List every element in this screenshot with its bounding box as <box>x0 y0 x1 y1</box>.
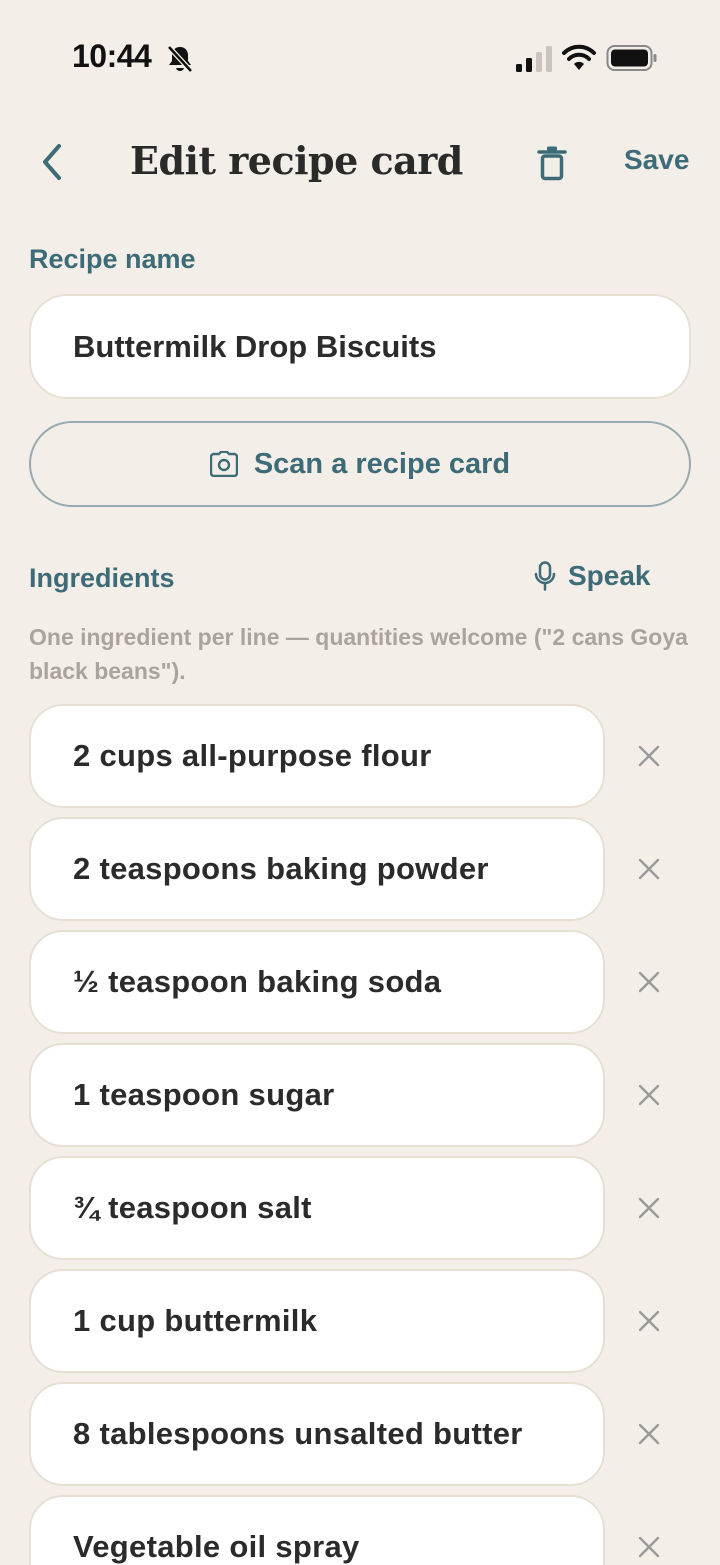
ingredient-row: 8 tablespoons unsalted butter <box>29 1382 691 1486</box>
wifi-icon <box>562 44 596 70</box>
remove-ingredient-button[interactable] <box>629 1073 669 1117</box>
delete-button[interactable] <box>530 140 574 186</box>
close-icon <box>638 745 660 767</box>
camera-icon <box>209 451 238 477</box>
status-bar: 10:44 <box>0 0 720 118</box>
chevron-left-icon <box>43 144 61 180</box>
close-icon <box>638 971 660 993</box>
speak-button[interactable]: Speak <box>534 560 651 592</box>
ingredient-row: 1 teaspoon sugar <box>29 1043 691 1147</box>
close-icon <box>638 1084 660 1106</box>
close-icon <box>638 1197 660 1219</box>
ingredients-hint: One ingredient per line — quantities wel… <box>29 624 688 684</box>
microphone-icon <box>534 561 556 591</box>
ingredient-input[interactable]: ¾ teaspoon salt <box>29 1156 605 1260</box>
ingredient-row: ¾ teaspoon salt <box>29 1156 691 1260</box>
close-icon <box>638 1536 660 1558</box>
remove-ingredient-button[interactable] <box>629 1186 669 1230</box>
ingredient-row: 1 cup buttermilk <box>29 1269 691 1373</box>
ingredient-row: ½ teaspoon baking soda <box>29 930 691 1034</box>
ingredient-row: 2 cups all-purpose flour <box>29 704 691 808</box>
remove-ingredient-button[interactable] <box>629 1299 669 1343</box>
ingredient-input[interactable]: Vegetable oil spray <box>29 1495 605 1565</box>
speak-label: Speak <box>568 560 651 591</box>
remove-ingredient-button[interactable] <box>629 847 669 891</box>
remove-ingredient-button[interactable] <box>629 1525 669 1565</box>
back-button[interactable] <box>30 138 74 186</box>
ingredient-input[interactable]: 8 tablespoons unsalted butter <box>29 1382 605 1486</box>
remove-ingredient-button[interactable] <box>629 734 669 778</box>
ingredient-row: Vegetable oil spray <box>29 1495 691 1565</box>
ingredients-label: Ingredients <box>29 563 175 593</box>
scan-button-label: Scan a recipe card <box>253 447 511 480</box>
top-bar: Edit recipe card Save <box>0 118 720 208</box>
close-icon <box>638 1423 660 1445</box>
ingredient-row: 2 teaspoons baking powder <box>29 817 691 921</box>
close-icon <box>638 858 660 880</box>
ingredient-input[interactable]: 2 teaspoons baking powder <box>29 817 605 921</box>
save-button[interactable]: Save <box>624 144 689 176</box>
close-icon <box>638 1310 660 1332</box>
status-time: 10:44 <box>72 38 152 74</box>
ingredient-input[interactable]: 1 cup buttermilk <box>29 1269 605 1373</box>
bell-muted-icon <box>167 45 193 73</box>
remove-ingredient-button[interactable] <box>629 960 669 1004</box>
recipe-name-input[interactable]: Buttermilk Drop Biscuits <box>29 294 691 399</box>
ingredient-input[interactable]: ½ teaspoon baking soda <box>29 930 605 1034</box>
remove-ingredient-button[interactable] <box>629 1412 669 1456</box>
scan-recipe-card-button[interactable]: Scan a recipe card <box>29 421 691 507</box>
edit-recipe-screen: 10:44 Edit recipe card Save Recipe name … <box>0 0 720 1565</box>
page-title: Edit recipe card <box>130 138 463 183</box>
trash-icon <box>537 146 567 181</box>
recipe-name-label: Recipe name <box>29 244 196 274</box>
cellular-signal-icon <box>516 46 552 72</box>
ingredient-input[interactable]: 2 cups all-purpose flour <box>29 704 605 808</box>
ingredient-input[interactable]: 1 teaspoon sugar <box>29 1043 605 1147</box>
battery-icon <box>606 45 657 71</box>
